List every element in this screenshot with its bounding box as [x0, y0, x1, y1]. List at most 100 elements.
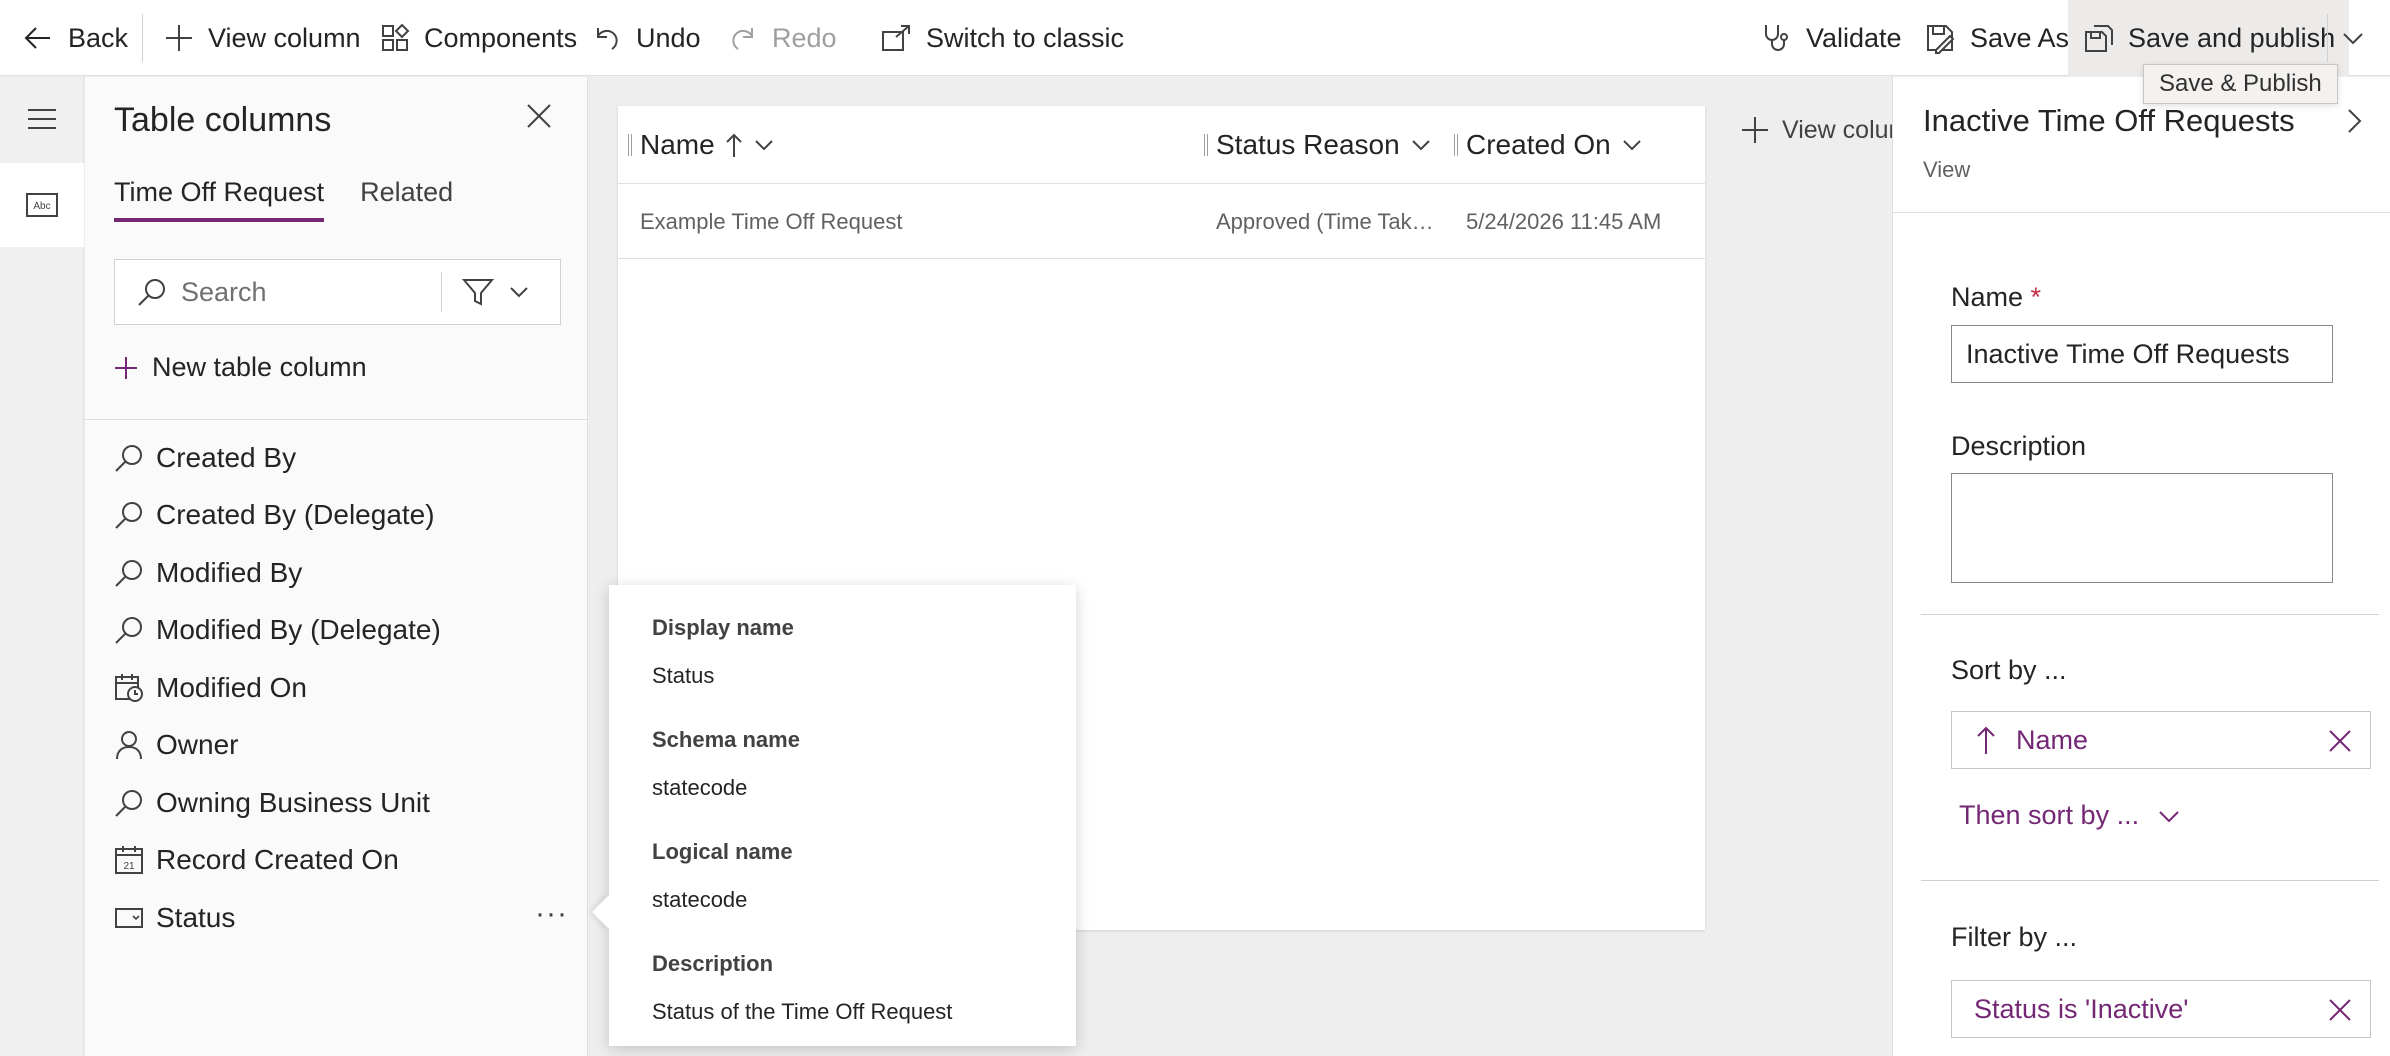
then-sort-by-button[interactable]: Then sort by ... — [1959, 800, 2181, 831]
choice-icon — [115, 907, 143, 928]
view-title: Inactive Time Off Requests — [1923, 103, 2295, 138]
resize-grip[interactable] — [628, 134, 632, 156]
back-button[interactable]: Back — [22, 0, 128, 76]
resize-grip[interactable] — [1454, 134, 1458, 156]
callout-beak — [592, 895, 626, 929]
column-item-created-by[interactable]: Created By — [114, 429, 574, 487]
components-icon — [382, 23, 410, 51]
undo-icon — [597, 28, 618, 50]
filter-button[interactable] — [462, 277, 530, 307]
save-as-label: Save As — [1970, 22, 2070, 53]
new-table-column-label: New table column — [152, 352, 367, 382]
column-header-created-on[interactable]: Created On — [1454, 106, 1643, 184]
menu-toggle-button[interactable] — [0, 77, 84, 161]
column-item-label: Status — [156, 901, 236, 933]
search-box — [114, 259, 561, 325]
tab-related[interactable]: Related — [360, 177, 453, 222]
name-label-text: Name — [1951, 282, 2024, 312]
publish-icon — [2085, 25, 2113, 52]
chevron-down-icon — [1623, 140, 1641, 151]
column-header-label: Created On — [1466, 129, 1611, 160]
collapse-pane-button[interactable] — [2343, 107, 2365, 135]
add-view-column-button[interactable]: View colum — [1740, 115, 1909, 145]
close-icon[interactable] — [2328, 729, 2352, 753]
save-publish-dropdown[interactable] — [2340, 0, 2380, 76]
divider — [1921, 614, 2379, 615]
then-sort-label: Then sort by ... — [1959, 800, 2140, 830]
column-item-owner[interactable]: Owner — [114, 717, 574, 775]
sort-by-pill[interactable]: Name — [1951, 711, 2371, 769]
column-item-modified-on[interactable]: Modified On — [114, 659, 574, 717]
schema-name-label: Schema name — [652, 727, 800, 752]
logical-name-value: statecode — [652, 887, 748, 912]
chevron-right-icon — [2348, 109, 2362, 133]
table-columns-panel: Table columns Time Off Request Related N… — [85, 77, 588, 1056]
chevron-down-icon — [754, 140, 773, 151]
add-view-column-label: View colum — [1782, 115, 1910, 144]
column-header-label: Name — [640, 129, 715, 160]
save-as-button[interactable]: Save As — [1924, 0, 2069, 76]
filter-value-label: Status is 'Inactive' — [1974, 993, 2189, 1024]
name-field[interactable]: Inactive Time Off Requests — [1951, 325, 2333, 383]
lookup-icon — [115, 444, 142, 472]
divider — [1921, 880, 2379, 881]
column-item-created-by-delegate[interactable]: Created By (Delegate) — [114, 487, 574, 545]
more-options-button[interactable]: ··· — [535, 897, 568, 931]
panel-tabs: Time Off Request Related — [114, 177, 489, 222]
close-icon[interactable] — [2328, 998, 2352, 1022]
validate-button[interactable]: Validate — [1760, 0, 1902, 76]
components-button[interactable]: Components — [380, 0, 577, 76]
divider — [441, 272, 442, 312]
description-value: Status of the Time Off Request — [652, 999, 953, 1024]
chevron-down-icon — [510, 287, 528, 298]
datetime-icon — [115, 673, 143, 702]
display-name-value: Status — [652, 663, 715, 688]
stethoscope-icon — [1765, 25, 1788, 51]
column-item-label: Record Created On — [156, 844, 399, 876]
properties-pane: Inactive Time Off Requests View Name * I… — [1892, 77, 2390, 1056]
table-row[interactable]: Example Time Off Request Approved (Time … — [618, 184, 1705, 259]
filter-pill[interactable]: Status is 'Inactive' — [1951, 980, 2371, 1038]
back-label: Back — [68, 22, 129, 53]
plus-icon — [115, 356, 137, 379]
plus-icon — [166, 25, 192, 51]
table-columns-rail-button[interactable]: Abc — [0, 163, 84, 247]
description-field[interactable] — [1951, 473, 2333, 583]
logical-name-label: Logical name — [652, 839, 793, 864]
redo-button[interactable]: Redo — [728, 0, 837, 76]
svg-text:21: 21 — [123, 861, 135, 872]
column-item-owning-business-unit[interactable]: Owning Business Unit — [114, 774, 574, 832]
column-item-status[interactable]: Status ··· — [114, 889, 574, 947]
new-table-column-button[interactable]: New table column — [114, 352, 367, 383]
view-column-button[interactable]: View column — [164, 0, 361, 76]
chevron-down-icon — [2159, 810, 2179, 822]
description-field-label: Description — [1951, 431, 2087, 461]
column-header-name[interactable]: Name — [628, 106, 775, 184]
svg-text:Abc: Abc — [33, 201, 50, 212]
column-item-label: Modified On — [156, 671, 307, 703]
resize-grip[interactable] — [1204, 134, 1208, 156]
chevron-down-icon — [2343, 33, 2363, 45]
column-header-status-reason[interactable]: Status Reason — [1204, 106, 1432, 184]
view-column-label: View column — [208, 22, 361, 53]
command-bar: Back View column Components Undo Redo Sw… — [0, 0, 2390, 76]
save-publish-label: Save and publish — [2128, 22, 2336, 53]
column-list: Created By Created By (Delegate) Modifie… — [114, 429, 574, 947]
tab-time-off-request[interactable]: Time Off Request — [114, 177, 325, 222]
undo-button[interactable]: Undo — [592, 0, 701, 76]
search-input[interactable] — [181, 276, 441, 308]
switch-classic-button[interactable]: Switch to classic — [880, 0, 1124, 76]
column-item-modified-by-delegate[interactable]: Modified By (Delegate) — [114, 602, 574, 660]
hamburger-icon — [28, 109, 56, 129]
column-item-modified-by[interactable]: Modified By — [114, 544, 574, 602]
column-info-callout: Display name Status Schema name statecod… — [592, 585, 1076, 1046]
column-item-record-created-on[interactable]: 21 Record Created On — [114, 832, 574, 890]
close-panel-button[interactable] — [526, 103, 552, 129]
sort-ascending-icon — [1977, 726, 1995, 754]
lookup-icon — [115, 502, 142, 529]
sort-ascending-icon — [725, 133, 742, 157]
cell-created-on: 5/24/2026 11:45 AM — [1466, 208, 1662, 234]
calendar-icon: 21 — [115, 846, 143, 875]
validate-label: Validate — [1806, 22, 1902, 53]
filter-icon — [462, 279, 494, 306]
